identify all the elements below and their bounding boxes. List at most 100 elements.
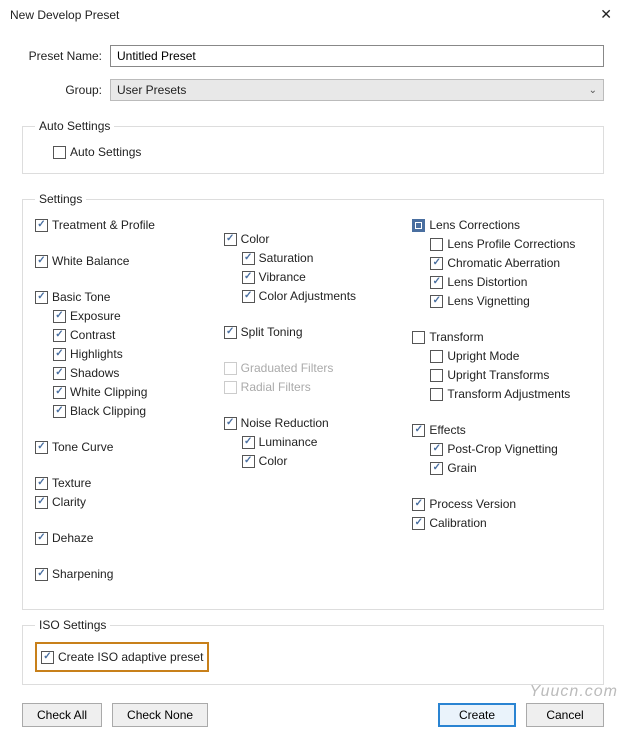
checkbox-label: Effects — [429, 422, 465, 438]
check-none-button[interactable]: Check None — [112, 703, 208, 727]
checkbox-icon — [35, 255, 48, 268]
color-checkbox[interactable]: Color — [224, 231, 403, 247]
lens-corrections-checkbox[interactable]: Lens Corrections — [412, 217, 591, 233]
checkbox-icon — [412, 424, 425, 437]
checkbox-label: Clarity — [52, 494, 86, 510]
dehaze-checkbox[interactable]: Dehaze — [35, 530, 214, 546]
nr-color-checkbox[interactable]: Color — [242, 453, 403, 469]
checkbox-icon — [430, 462, 443, 475]
watermark: Yuucn.com — [530, 683, 618, 701]
auto-settings-group: Auto Settings Auto Settings — [22, 119, 604, 174]
checkbox-label: Sharpening — [52, 566, 113, 582]
transform-checkbox[interactable]: Transform — [412, 329, 591, 345]
color-adjustments-checkbox[interactable]: Color Adjustments — [242, 288, 403, 304]
lens-vignetting-checkbox[interactable]: Lens Vignetting — [430, 293, 591, 309]
checkbox-label: Transform — [429, 329, 483, 345]
group-select[interactable]: User Presets ⌄ — [110, 79, 604, 101]
create-iso-label: Create ISO adaptive preset — [58, 649, 203, 665]
checkbox-icon — [430, 295, 443, 308]
checkbox-label: Grain — [447, 460, 476, 476]
grain-checkbox[interactable]: Grain — [430, 460, 591, 476]
checkbox-label: Shadows — [70, 365, 119, 381]
preset-name-input[interactable] — [110, 45, 604, 67]
texture-checkbox[interactable]: Texture — [35, 475, 214, 491]
auto-settings-label: Auto Settings — [70, 144, 141, 160]
process-version-checkbox[interactable]: Process Version — [412, 496, 591, 512]
treatment-profile-checkbox[interactable]: Treatment & Profile — [35, 217, 214, 233]
exposure-checkbox[interactable]: Exposure — [53, 308, 214, 324]
checkbox-icon — [35, 477, 48, 490]
settings-col-1: Treatment & Profile White Balance Basic … — [35, 214, 214, 585]
post-crop-vignetting-checkbox[interactable]: Post-Crop Vignetting — [430, 441, 591, 457]
checkbox-icon — [53, 310, 66, 323]
iso-settings-legend: ISO Settings — [35, 618, 110, 632]
checkbox-icon — [41, 651, 54, 664]
white-clipping-checkbox[interactable]: White Clipping — [53, 384, 214, 400]
close-icon[interactable]: ✕ — [596, 6, 616, 23]
checkbox-label: Highlights — [70, 346, 123, 362]
checkbox-label: White Balance — [52, 253, 129, 269]
group-selected-value: User Presets — [117, 83, 186, 97]
white-balance-checkbox[interactable]: White Balance — [35, 253, 214, 269]
check-all-button[interactable]: Check All — [22, 703, 102, 727]
create-iso-checkbox[interactable]: Create ISO adaptive preset — [41, 649, 203, 665]
black-clipping-checkbox[interactable]: Black Clipping — [53, 403, 214, 419]
checkbox-icon — [412, 219, 425, 232]
upright-mode-checkbox[interactable]: Upright Mode — [430, 348, 591, 364]
checkbox-icon — [412, 331, 425, 344]
checkbox-icon — [412, 498, 425, 511]
contrast-checkbox[interactable]: Contrast — [53, 327, 214, 343]
chromatic-aberration-checkbox[interactable]: Chromatic Aberration — [430, 255, 591, 271]
highlights-checkbox[interactable]: Highlights — [53, 346, 214, 362]
group-row: Group: User Presets ⌄ — [22, 79, 604, 101]
preset-name-label: Preset Name: — [22, 49, 110, 63]
checkbox-label: Lens Vignetting — [447, 293, 530, 309]
checkbox-label: Luminance — [259, 434, 318, 450]
tone-curve-checkbox[interactable]: Tone Curve — [35, 439, 214, 455]
shadows-checkbox[interactable]: Shadows — [53, 365, 214, 381]
settings-col-3: Lens Corrections Lens Profile Correction… — [412, 214, 591, 585]
checkbox-icon — [430, 443, 443, 456]
vibrance-checkbox[interactable]: Vibrance — [242, 269, 403, 285]
checkbox-label: Post-Crop Vignetting — [447, 441, 558, 457]
checkbox-icon — [35, 568, 48, 581]
luminance-checkbox[interactable]: Luminance — [242, 434, 403, 450]
checkbox-label: Lens Corrections — [429, 217, 520, 233]
saturation-checkbox[interactable]: Saturation — [242, 250, 403, 266]
checkbox-icon — [224, 417, 237, 430]
auto-settings-checkbox[interactable]: Auto Settings — [53, 144, 591, 160]
checkbox-icon — [412, 517, 425, 530]
transform-adjustments-checkbox[interactable]: Transform Adjustments — [430, 386, 591, 402]
checkbox-icon — [430, 388, 443, 401]
checkbox-label: Upright Transforms — [447, 367, 549, 383]
lens-distortion-checkbox[interactable]: Lens Distortion — [430, 274, 591, 290]
split-toning-checkbox[interactable]: Split Toning — [224, 324, 403, 340]
settings-legend: Settings — [35, 192, 86, 206]
checkbox-icon — [35, 496, 48, 509]
create-button[interactable]: Create — [438, 703, 516, 727]
graduated-filters-checkbox: Graduated Filters — [224, 360, 403, 376]
lens-profile-corrections-checkbox[interactable]: Lens Profile Corrections — [430, 236, 591, 252]
checkbox-label: Lens Profile Corrections — [447, 236, 575, 252]
calibration-checkbox[interactable]: Calibration — [412, 515, 591, 531]
checkbox-icon — [430, 238, 443, 251]
checkbox-icon — [53, 405, 66, 418]
cancel-button[interactable]: Cancel — [526, 703, 604, 727]
checkbox-label: Texture — [52, 475, 91, 491]
checkbox-icon — [224, 381, 237, 394]
preset-name-row: Preset Name: — [22, 45, 604, 67]
settings-col-2: Color Saturation Vibrance Color Adjustme… — [224, 214, 403, 585]
upright-transforms-checkbox[interactable]: Upright Transforms — [430, 367, 591, 383]
basic-tone-checkbox[interactable]: Basic Tone — [35, 289, 214, 305]
checkbox-label: White Clipping — [70, 384, 147, 400]
checkbox-label: Basic Tone — [52, 289, 110, 305]
clarity-checkbox[interactable]: Clarity — [35, 494, 214, 510]
settings-columns: Treatment & Profile White Balance Basic … — [35, 214, 591, 585]
checkbox-icon — [224, 362, 237, 375]
radial-filters-checkbox: Radial Filters — [224, 379, 403, 395]
sharpening-checkbox[interactable]: Sharpening — [35, 566, 214, 582]
checkbox-icon — [35, 441, 48, 454]
noise-reduction-checkbox[interactable]: Noise Reduction — [224, 415, 403, 431]
effects-checkbox[interactable]: Effects — [412, 422, 591, 438]
checkbox-icon — [35, 291, 48, 304]
